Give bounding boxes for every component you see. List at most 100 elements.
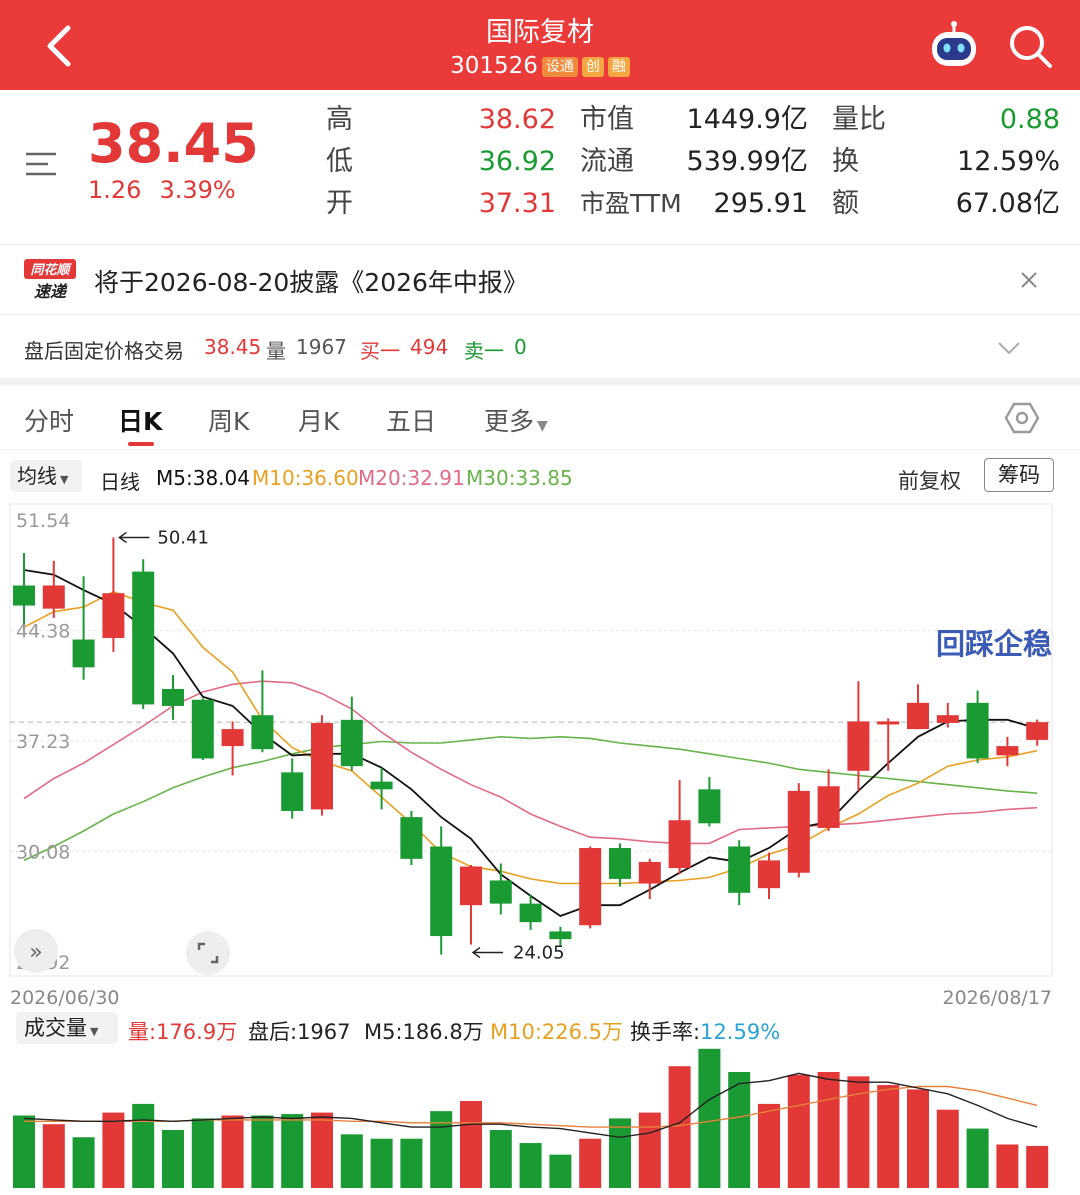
tab-intraday[interactable]: 分时: [24, 402, 74, 438]
amount-value: 67.08亿: [955, 188, 1060, 219]
low-label: 低: [326, 146, 353, 177]
pe-label: 市盈TTM: [580, 189, 682, 218]
logo-line2: 速递: [34, 282, 68, 301]
volume-bar: [191, 1118, 214, 1188]
min-price-label: 24.05: [513, 943, 565, 964]
low-value: 36.92: [478, 146, 556, 177]
volume-bar: [698, 1048, 721, 1188]
volume-ratio-value: 0.88: [999, 104, 1060, 135]
tab-weekly-k[interactable]: 周K: [208, 402, 249, 438]
ma30-line: [23, 735, 1038, 862]
x-end-label: 2026/08/17: [942, 987, 1052, 1008]
candle-down: [132, 571, 155, 705]
price-adjust-toggle[interactable]: 前复权: [898, 465, 961, 495]
volume-bar: [162, 1130, 184, 1188]
ma10-value: M10:36.60: [252, 466, 359, 490]
ma30-value: M30:33.85: [466, 466, 573, 490]
volume-chart[interactable]: [0, 1040, 1080, 1190]
candle-up: [638, 861, 661, 884]
candle-up: [758, 860, 780, 889]
candle-up: [460, 866, 482, 906]
sell-one-label: 卖一: [464, 339, 504, 363]
section-divider: [0, 378, 1080, 386]
candle-up: [787, 790, 810, 873]
volume-bar: [519, 1143, 542, 1188]
y-tick-label: 44.38: [16, 621, 70, 643]
collapse-panel-button[interactable]: »: [14, 929, 58, 973]
float-label: 流通: [580, 146, 634, 177]
badge-margin: 融: [607, 57, 630, 77]
volume-bars: [13, 1048, 1049, 1188]
close-icon[interactable]: [1016, 267, 1042, 293]
notice-bar[interactable]: 同花顺 速递 将于2026-08-20披露《2026年中报》: [0, 244, 1080, 314]
fullscreen-button[interactable]: [186, 931, 230, 975]
after-hours-volume-label: 量: [266, 339, 286, 363]
candle-down: [162, 688, 184, 706]
volume-bar: [42, 1124, 65, 1188]
kline-chart[interactable]: 51.54 44.38 37.23 30.08 22.92 2026/06/30…: [0, 496, 1080, 1008]
settings-hexagon-icon[interactable]: [1004, 400, 1040, 436]
volume-bar: [787, 1074, 810, 1188]
volume-bar: [340, 1134, 363, 1188]
candle-down: [370, 781, 393, 790]
tab-five-day[interactable]: 五日: [386, 402, 436, 438]
volume-bar: [907, 1089, 929, 1188]
volume-bar: [638, 1112, 661, 1188]
candle-up: [996, 746, 1019, 756]
candle-down: [251, 715, 274, 750]
open-value: 37.31: [478, 188, 556, 219]
high-label: 高: [326, 104, 353, 135]
candle-up: [579, 848, 602, 926]
chevron-down-icon[interactable]: [996, 339, 1022, 357]
candle-up: [42, 585, 65, 609]
candle-up: [936, 715, 959, 723]
search-icon[interactable]: [1004, 20, 1056, 72]
volume-bar: [72, 1137, 95, 1188]
ma-lines: [23, 569, 1038, 918]
ma5-line: [23, 569, 1038, 918]
stock-code-row: 301526 设通创融: [0, 52, 1080, 80]
ma-selector[interactable]: 均线 ▼: [10, 460, 82, 492]
volume-bar: [817, 1072, 840, 1188]
volume-selector-label: 成交量: [24, 1016, 87, 1040]
volume-bar: [668, 1066, 691, 1188]
after-hours-trading[interactable]: 盘后固定价格交易 38.45 量 1967 买一 494 卖一 0: [0, 314, 1080, 378]
logo-line1: 同花顺: [30, 262, 72, 278]
stock-code: 301526: [450, 53, 538, 79]
volume-bar: [996, 1144, 1019, 1188]
volume-bar: [877, 1085, 900, 1188]
caret-down-icon: ▼: [60, 473, 69, 486]
after-hours-volume: 1967: [296, 335, 347, 359]
tab-more[interactable]: 更多 ▼: [484, 402, 548, 438]
y-tick-label: 30.08: [16, 841, 70, 863]
mcap-value: 1449.9亿: [686, 104, 808, 135]
candles: [13, 537, 1049, 955]
max-price-label: 50.41: [157, 527, 209, 548]
quote-panel: 38.45 1.26 3.39% 高 38.62 低 36.92 开 37.31 …: [0, 90, 1080, 240]
chart-annotation: 回踩企稳: [936, 627, 1052, 661]
change-percent: 3.39%: [159, 176, 236, 204]
volume-bar: [728, 1072, 751, 1188]
tab-monthly-k[interactable]: 月K: [298, 402, 339, 438]
pe-value: 295.91: [713, 188, 808, 219]
buy-one-label: 买一: [360, 339, 400, 363]
x-start-label: 2026/06/30: [10, 987, 120, 1008]
menu-lines-icon[interactable]: [24, 150, 58, 178]
tab-daily-k[interactable]: 日K: [118, 402, 162, 438]
after-hours-label: 盘后固定价格交易: [24, 339, 184, 363]
chip-distribution-button[interactable]: 筹码: [984, 458, 1054, 492]
ma-selector-label: 均线: [17, 464, 57, 488]
volume-bar: [370, 1138, 393, 1188]
volume-bar: [221, 1115, 244, 1188]
candle-up: [817, 786, 840, 828]
buy-one-value: 494: [410, 335, 449, 359]
tab-more-label: 更多: [484, 407, 535, 436]
candle-up: [907, 702, 929, 730]
chart-tabs: 分时 日K 周K 月K 五日 更多 ▼: [0, 386, 1080, 450]
volume-bar: [758, 1103, 780, 1188]
candle-down: [519, 903, 542, 923]
price-change: 1.26 3.39%: [88, 176, 236, 204]
volume-ratio-label: 量比: [832, 104, 886, 135]
active-tab-indicator: [128, 442, 154, 446]
robot-assistant-icon[interactable]: [926, 20, 982, 72]
